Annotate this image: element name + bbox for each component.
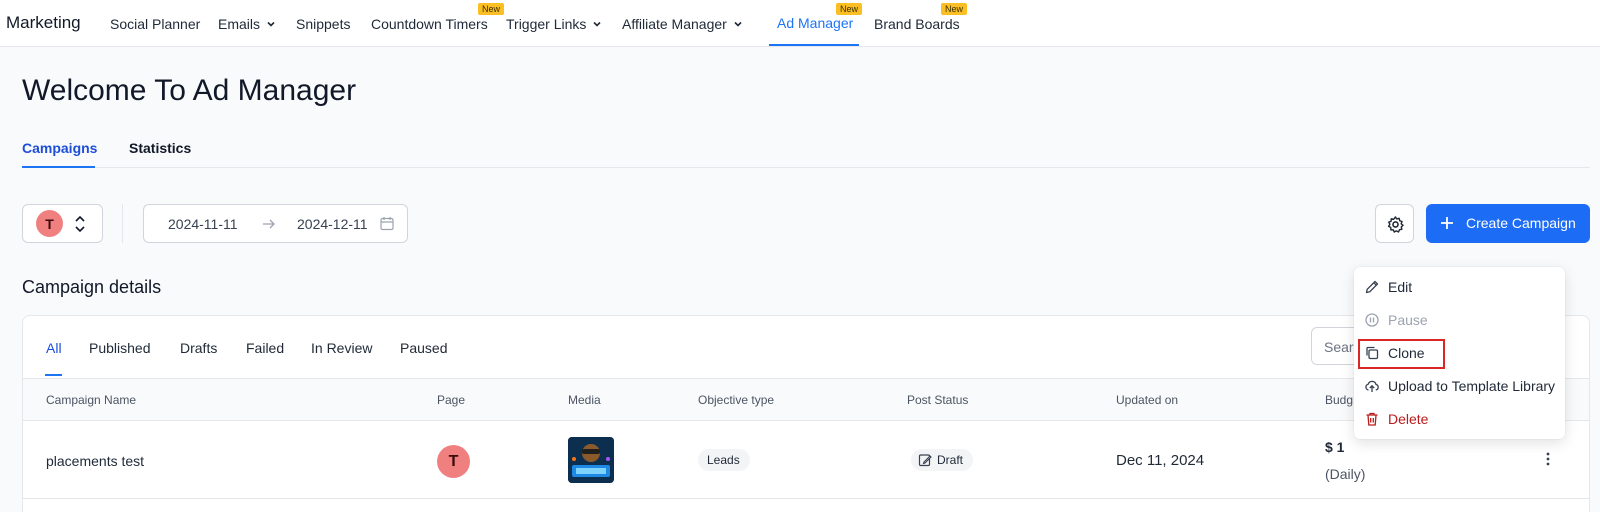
avatar: T [36,210,63,237]
date-range-picker[interactable]: 2024-11-11 2024-12-11 [143,204,408,243]
menu-item-label: Edit [1388,279,1413,295]
nav-label: Trigger Links [506,16,587,32]
page-avatar: T [437,445,470,478]
menu-item-label: Delete [1388,411,1429,427]
settings-button[interactable] [1375,204,1414,243]
nav-label: Ad Manager [777,15,854,31]
budget-period: (Daily) [1325,466,1366,482]
nav-label: Brand Boards [874,16,960,32]
create-campaign-button[interactable]: Create Campaign [1426,204,1590,243]
nav-active-indicator [769,44,859,46]
menu-item-edit[interactable]: Edit [1354,272,1565,302]
nav-label: Countdown Timers [371,16,488,32]
objective-label: Leads [707,453,740,467]
chevron-up-down-icon [75,215,85,233]
row-divider [23,498,1589,499]
tab-statistics[interactable]: Statistics [129,140,191,156]
brand-title: Marketing [6,13,81,32]
nav-label: Affiliate Manager [622,16,727,32]
column-header: Media [568,393,601,407]
nav-brand-boards[interactable]: Brand Boards [874,16,960,32]
nav-affiliate-manager[interactable]: Affiliate Manager [622,16,743,32]
new-badge: New [478,3,505,15]
status-label: Draft [937,453,964,467]
edit-note-icon [918,454,932,467]
divider [122,204,123,243]
column-header: Updated on [1116,393,1179,407]
menu-item-pause[interactable]: Pause [1354,305,1565,335]
nav-label: Emails [218,16,261,32]
calendar-icon [380,217,394,231]
filter-all[interactable]: All [46,340,62,356]
pencil-icon [1365,280,1379,294]
nav-label: Social Planner [110,16,201,32]
menu-item-label: Pause [1388,312,1428,328]
chevron-down-icon [734,21,742,27]
nav-ad-manager[interactable]: Ad Manager [777,15,853,31]
new-badge: New [941,3,968,15]
media-image [568,437,614,483]
top-nav: Marketing Social Planner Emails Snippets… [0,0,1600,47]
create-campaign-label: Create Campaign [1466,215,1576,231]
column-header: Page [437,393,466,407]
nav-trigger-links[interactable]: Trigger Links [506,16,602,32]
tab-active-indicator [22,166,95,168]
section-title: Campaign details [22,277,162,297]
date-end[interactable]: 2024-12-11 [297,216,368,232]
filter-drafts[interactable]: Drafts [180,340,217,356]
date-start[interactable]: 2024-11-11 [168,216,238,232]
column-header: Post Status [907,393,969,407]
clone-highlight-box [1358,339,1445,369]
trash-icon [1366,412,1378,426]
filter-active-indicator [45,374,62,376]
filter-published[interactable]: Published [89,340,151,356]
budget-amount: $ 1 [1325,439,1345,455]
nav-countdown-timers[interactable]: Countdown Timers [371,16,488,32]
filter-failed[interactable]: Failed [246,340,284,356]
campaign-name[interactable]: placements test [46,453,144,469]
chevron-down-icon [267,21,275,27]
chevron-down-icon [593,21,601,27]
menu-item-delete[interactable]: Delete [1354,404,1565,434]
objective-badge: Leads [698,449,750,471]
column-header: Budg [1325,393,1354,407]
more-vertical-icon[interactable] [1544,451,1552,467]
account-selector[interactable]: T [22,204,103,243]
menu-item-label: Upload to Template Library [1388,378,1556,394]
media-thumbnail[interactable] [568,437,614,483]
filter-in-review[interactable]: In Review [311,340,372,356]
menu-item-upload-template[interactable]: Upload to Template Library [1354,371,1565,401]
status-badge: Draft [911,449,973,471]
search-placeholder: Sear [1324,339,1354,355]
column-header: Campaign Name [46,393,137,407]
cloud-upload-icon [1365,380,1379,392]
nav-emails[interactable]: Emails [218,16,276,32]
gear-icon [1387,216,1404,233]
pause-icon [1365,313,1379,327]
new-badge: New [836,3,863,15]
nav-snippets[interactable]: Snippets [296,16,350,32]
tab-campaigns[interactable]: Campaigns [22,140,97,156]
plus-icon [1441,217,1453,229]
filter-paused[interactable]: Paused [400,340,447,356]
nav-social-planner[interactable]: Social Planner [110,16,200,32]
column-header: Objective type [698,393,775,407]
arrow-right-icon [263,219,275,229]
nav-label: Snippets [296,16,351,32]
tab-divider [22,167,1590,168]
page-title: Welcome To Ad Manager [22,74,357,107]
updated-on: Dec 11, 2024 [1116,452,1205,469]
